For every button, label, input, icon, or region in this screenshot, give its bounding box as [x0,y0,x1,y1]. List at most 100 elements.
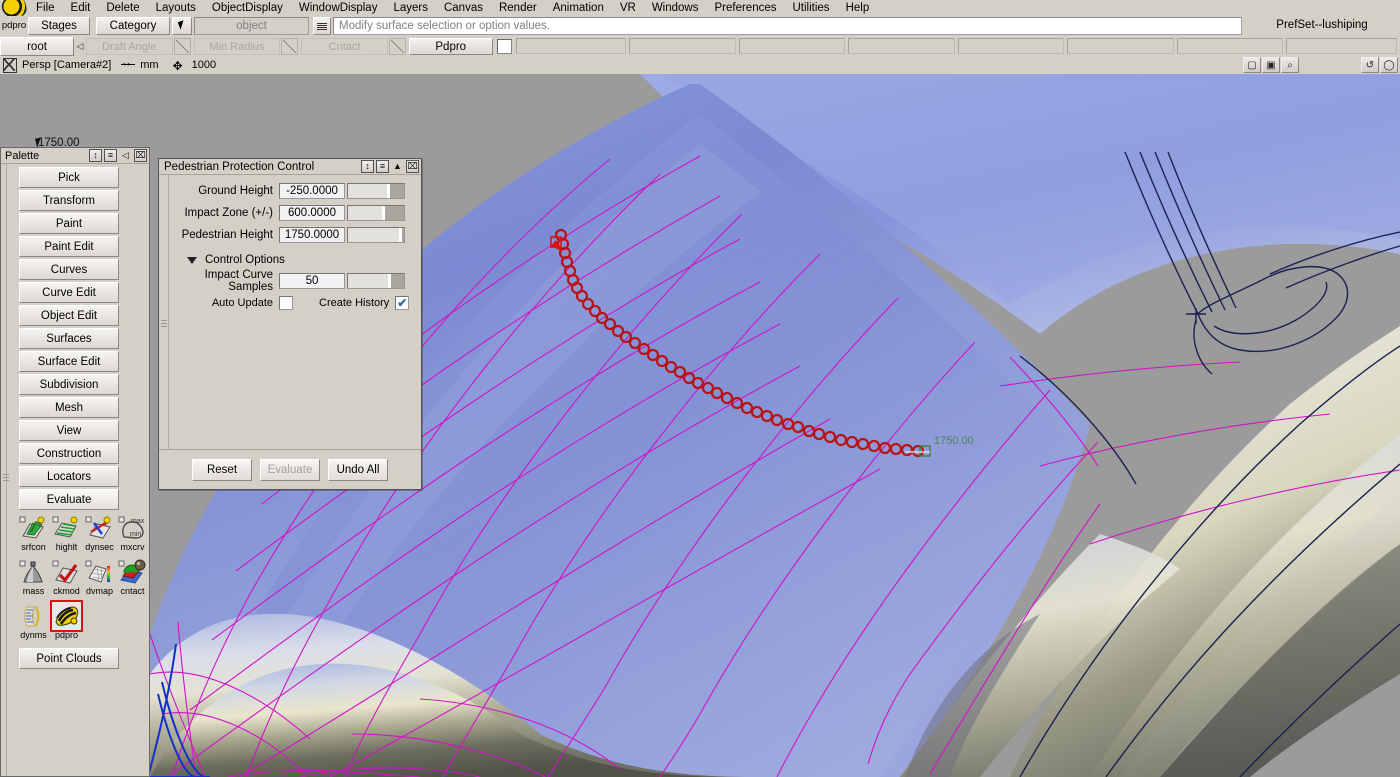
palette-item-object-edit[interactable]: Object Edit [19,305,119,326]
stage-field-1[interactable] [516,38,627,54]
stage-field-3[interactable] [739,38,846,54]
prefset-label[interactable]: PrefSet--lushiping Preferences [1246,17,1398,35]
menu-item-preferences[interactable]: Preferences [706,0,784,16]
control-options-header[interactable]: Control Options [169,250,421,270]
close-icon[interactable]: ⌧ [134,149,147,162]
palette-item-surfaces[interactable]: Surfaces [19,328,119,349]
stage-field-4[interactable] [848,38,955,54]
category-button[interactable]: Category [96,17,170,35]
camera-roll-icon[interactable]: ▣ [1262,57,1280,73]
palette-item-paint-edit[interactable]: Paint Edit [19,236,119,257]
dialog-title-bar[interactable]: Pedestrian Protection Control ↕ ≡ ▲ ⌧ [159,159,421,175]
tool-dvmap[interactable]: dvmap [83,557,116,601]
close-icon[interactable]: ⌧ [406,160,419,173]
stages-button[interactable]: Stages [28,17,90,35]
menu-lines-icon[interactable]: ≡ [376,160,389,173]
impact-curve-samples-slider[interactable] [347,273,405,289]
chevron-down-icon [187,257,197,264]
contact-swatch-icon[interactable] [389,38,406,55]
palette-item-curves[interactable]: Curves [19,259,119,280]
menu-item-file[interactable]: File [28,0,63,16]
resize-vertical-icon[interactable]: ↕ [89,149,102,162]
undo-all-button[interactable]: Undo All [328,459,388,481]
tool-highlt[interactable]: highlt [50,513,83,557]
palette-item-pick[interactable]: Pick [19,167,119,188]
menu-item-canvas[interactable]: Canvas [436,0,491,16]
viewport-close-icon[interactable] [0,56,18,74]
menu-lines-icon[interactable]: ≡ [104,149,117,162]
tool-label: srfcon [21,542,46,552]
menu-item-utilities[interactable]: Utilities [785,0,838,16]
contact-button[interactable]: Cntact [301,38,388,55]
chevron-left-icon[interactable]: ◁ [74,36,86,56]
dialog-drag-rail[interactable] [159,175,169,449]
object-field[interactable]: object [194,17,309,35]
magnifier-icon[interactable]: ⌕ [1281,57,1299,73]
impact-curve-samples-input[interactable]: 50 [279,273,345,289]
palette-item-subdivision[interactable]: Subdivision [19,374,119,395]
menu-item-windowdisplay[interactable]: WindowDisplay [291,0,386,16]
draft-angle-button[interactable]: Draft Angle [86,38,173,55]
menu-item-vr[interactable]: VR [612,0,644,16]
palette-item-point-clouds[interactable]: Point Clouds [19,648,119,669]
min-radius-button[interactable]: Min.Radius [194,38,281,55]
menu-item-layouts[interactable]: Layouts [148,0,204,16]
impact-zone-slider[interactable] [347,205,405,221]
palette-item-view[interactable]: View [19,420,119,441]
palette-item-evaluate[interactable]: Evaluate [19,489,119,510]
tool-srfcon[interactable]: srfcon [17,513,50,557]
ground-height-slider[interactable] [347,183,405,199]
tool-mass[interactable]: mass [17,557,50,601]
palette-item-surface-edit[interactable]: Surface Edit [19,351,119,372]
palette-item-paint[interactable]: Paint [19,213,119,234]
tool-dynms[interactable]: dynms [17,601,50,645]
camera-icon[interactable]: ▢ [1243,57,1261,73]
resize-vertical-icon[interactable]: ↕ [361,160,374,173]
tool-cntact[interactable]: cntact [116,557,149,601]
palette-item-locators[interactable]: Locators [19,466,119,487]
arrow-cursor-icon[interactable] [172,17,192,35]
palette-drag-rail[interactable] [1,164,7,776]
pedestrian-height-slider[interactable] [347,227,405,243]
orbit-icon[interactable]: ↺ [1361,57,1379,73]
pdpro-active-button[interactable]: Pdpro [409,38,493,55]
menu-item-layers[interactable]: Layers [385,0,436,16]
palette-item-mesh[interactable]: Mesh [19,397,119,418]
menu-item-help[interactable]: Help [838,0,878,16]
tool-pdpro[interactable]: pdpro [50,601,83,645]
collapse-left-icon[interactable]: ◁ [119,149,132,162]
list-lines-icon[interactable] [313,17,331,35]
collapse-up-icon[interactable]: ▲ [391,160,404,173]
ground-height-input[interactable]: -250.0000 [279,183,345,199]
pdpro-toggle-checkbox[interactable] [497,39,512,54]
palette-item-curve-edit[interactable]: Curve Edit [19,282,119,303]
tool-mxcrv[interactable]: max min mxcrv [116,513,149,557]
create-history-checkbox[interactable]: ✔ [395,296,409,310]
stage-field-7[interactable] [1177,38,1284,54]
menu-item-windows[interactable]: Windows [644,0,707,16]
palette-item-transform[interactable]: Transform [19,190,119,211]
stage-field-5[interactable] [958,38,1065,54]
auto-update-checkbox[interactable] [279,296,293,310]
menu-item-animation[interactable]: Animation [545,0,612,16]
stage-field-2[interactable] [629,38,736,54]
stage-tab-root[interactable]: root [0,37,74,56]
stage-field-8[interactable] [1286,38,1397,54]
evaluate-button[interactable]: Evaluate [260,459,320,481]
tool-ckmod[interactable]: ckmod [50,557,83,601]
menu-item-objectdisplay[interactable]: ObjectDisplay [204,0,291,16]
fit-view-icon[interactable]: ◯ [1380,57,1398,73]
impact-zone-input[interactable]: 600.0000 [279,205,345,221]
pedestrian-height-input[interactable]: 1750.0000 [279,227,345,243]
reset-button[interactable]: Reset [192,459,252,481]
draft-angle-swatch-icon[interactable] [174,38,191,55]
palette-item-construction[interactable]: Construction [19,443,119,464]
mass-properties-icon [19,558,48,586]
menu-item-render[interactable]: Render [491,0,545,16]
tool-dynsec[interactable]: dynsec [83,513,116,557]
viewport-spacer [1300,57,1360,73]
min-radius-swatch-icon[interactable] [281,38,298,55]
menu-item-delete[interactable]: Delete [98,0,147,16]
stage-field-6[interactable] [1067,38,1174,54]
menu-item-edit[interactable]: Edit [63,0,99,16]
